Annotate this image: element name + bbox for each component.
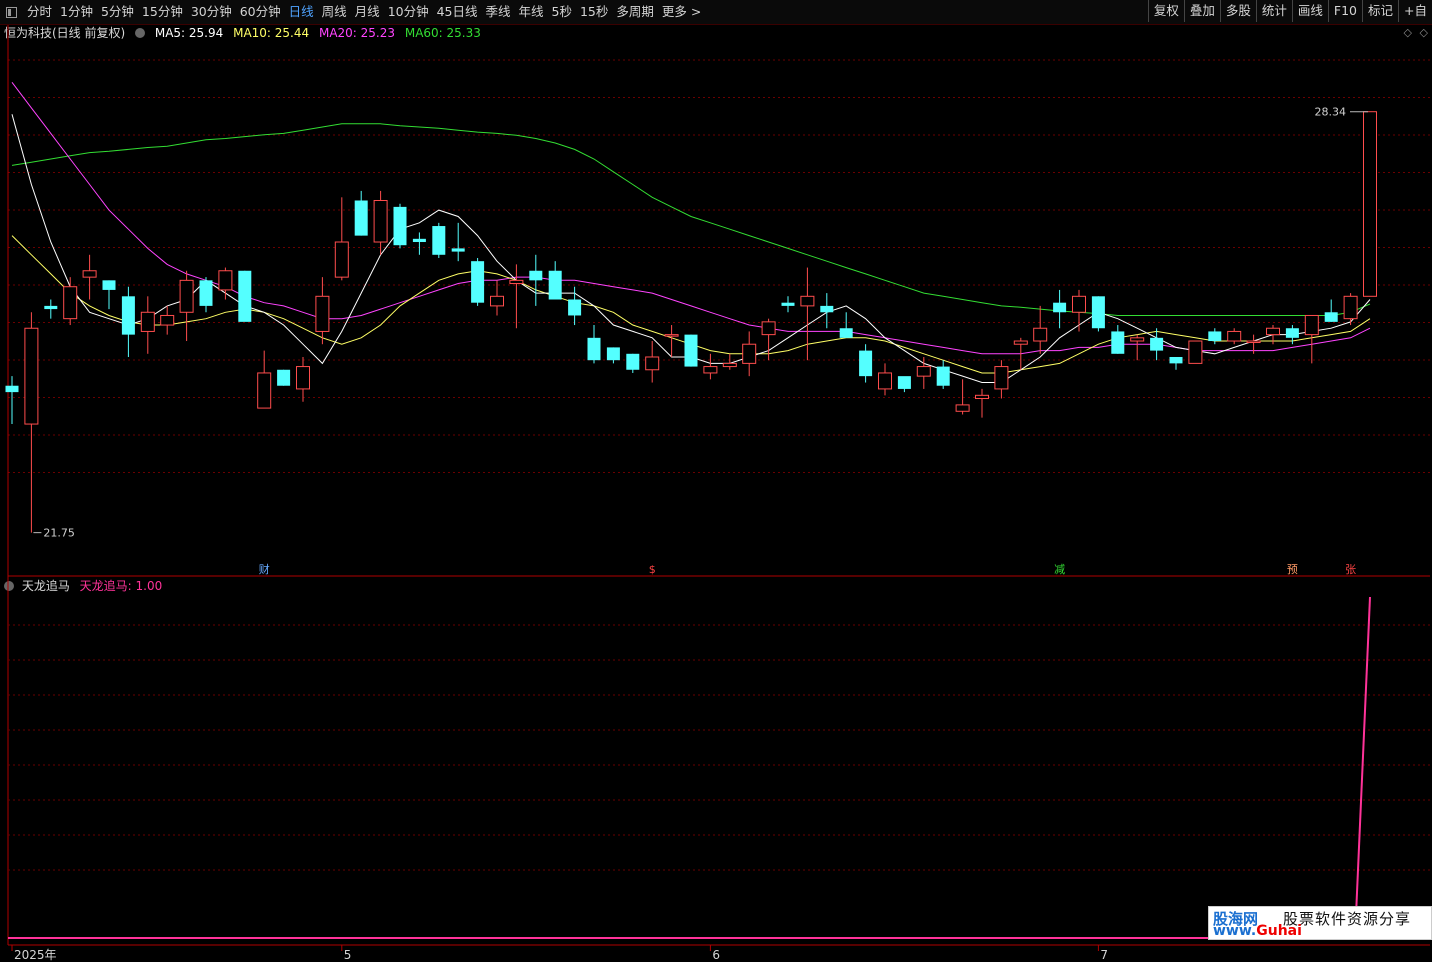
candle-body-down — [1053, 302, 1067, 313]
candle-body-up — [878, 372, 892, 390]
candle-body-up — [1013, 340, 1028, 345]
candle-body-down — [936, 366, 950, 386]
candle-body-down — [606, 347, 620, 361]
candle-body-up — [1266, 327, 1280, 336]
event-label: 减 — [1054, 563, 1065, 576]
candle-body-up — [703, 366, 718, 374]
candle-body-down — [102, 280, 116, 290]
candle-body-down — [471, 261, 485, 303]
kline-chart[interactable]: 28.34 21.75 财 $ 减 预 张 2025年 5 6 7 — [0, 0, 1432, 962]
candle-body-up — [179, 279, 194, 313]
event-label: 张 — [1345, 563, 1356, 576]
candle-body-up — [82, 270, 97, 278]
candle-body-up — [63, 286, 78, 320]
candle-body-down — [859, 350, 873, 377]
candle-body-down — [412, 238, 426, 243]
candle-body-down — [393, 206, 407, 246]
candle-body-down — [121, 296, 135, 335]
candle-body-up — [140, 311, 155, 332]
high-marker-label: 28.34 — [1315, 106, 1347, 119]
candle-body-down — [1150, 337, 1164, 351]
candle-body-down — [44, 305, 58, 310]
candle-body-up — [1304, 314, 1319, 336]
candle-body-down — [839, 328, 853, 338]
candle-body-down — [568, 299, 582, 316]
candle-body-up — [742, 343, 757, 364]
event-label: $ — [649, 563, 656, 576]
candle-body-down — [781, 302, 795, 306]
candle-body-down — [1208, 331, 1222, 342]
candle-body-up — [160, 314, 175, 326]
candle-body-up — [1130, 337, 1145, 342]
watermark-logo: 股海网 股票软件资源分享 www.Guhai — [1208, 906, 1432, 940]
candle-body-up — [1227, 330, 1242, 342]
candle-body-down — [626, 353, 640, 370]
x-tick-label: 7 — [1100, 948, 1108, 962]
candle-body-up — [218, 270, 233, 291]
low-marker-label: 21.75 — [43, 527, 75, 540]
candle-body-up — [800, 295, 815, 307]
candle-body-up — [373, 199, 388, 243]
watermark-url: www.Guhai — [1213, 923, 1302, 939]
event-label: 预 — [1287, 563, 1298, 576]
candle-body-up — [24, 327, 39, 425]
candle-body-down — [820, 305, 834, 313]
candle-body-up — [334, 241, 349, 278]
candle-body-up — [994, 366, 1009, 390]
candle-body-up — [315, 295, 330, 332]
event-label: 财 — [259, 562, 270, 576]
candle-body-up — [761, 321, 776, 336]
candle-body-up — [1188, 340, 1203, 364]
candle-body-down — [587, 337, 601, 361]
candle-body-up — [296, 366, 310, 390]
candle-body-down — [1169, 356, 1183, 364]
candle-body-up — [645, 356, 660, 371]
candle-body-up — [722, 362, 737, 368]
candle-body-up — [1072, 295, 1086, 313]
candle-body-down — [238, 270, 252, 322]
ma20-line — [11, 81, 1371, 355]
candle-body-up — [509, 279, 524, 285]
candle-body-down — [684, 334, 698, 367]
candle-body-down — [199, 280, 213, 306]
watermark-slogan: 股票软件资源分享 — [1283, 910, 1412, 928]
candle-body-down — [548, 270, 562, 300]
indicator-line — [1354, 596, 1371, 939]
candle-body-up — [490, 295, 504, 307]
candle-body-down — [451, 248, 465, 252]
candle-body-down — [354, 200, 368, 236]
candle-body-up — [664, 334, 679, 337]
x-tick-label: 5 — [344, 948, 352, 962]
candle-body-up — [955, 404, 970, 412]
candle-body-down — [277, 369, 291, 386]
candle-body-up — [1246, 340, 1261, 344]
candle-body-up — [1343, 295, 1358, 320]
x-tick-label: 2025年 — [14, 948, 57, 962]
candle-body-down — [529, 270, 543, 281]
candle-body-down — [432, 226, 446, 255]
candle-body-up — [1363, 111, 1377, 297]
candle-body-up — [916, 366, 931, 377]
candle-body-up — [257, 372, 272, 409]
candle-body-down — [1091, 296, 1105, 329]
candle-body-down — [1324, 312, 1338, 322]
candle-body-down — [5, 385, 19, 393]
candle-body-up — [1033, 327, 1048, 342]
x-tick-label: 6 — [712, 948, 720, 962]
candle-body-up — [975, 394, 989, 400]
candle-body-down — [1111, 331, 1125, 354]
candle-body-down — [1285, 328, 1299, 338]
candle-body-down — [897, 376, 911, 389]
